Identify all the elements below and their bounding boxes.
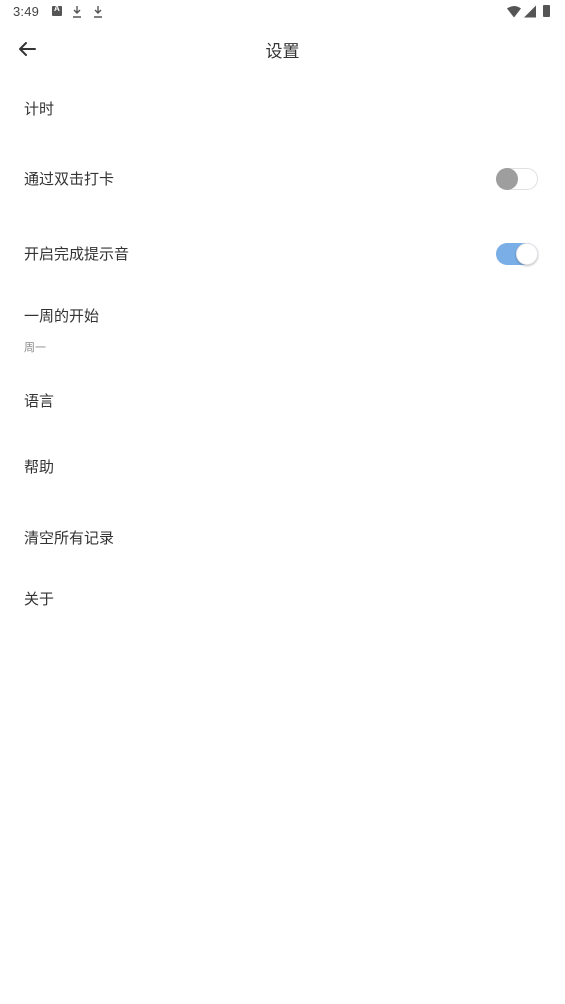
setting-week-start[interactable]: 一周的开始 周一 [0, 294, 565, 358]
setting-label: 清空所有记录 [24, 529, 115, 547]
toggle-thumb [516, 243, 538, 265]
setting-completion-sound[interactable]: 开启完成提示音 [0, 231, 565, 277]
download-icon [94, 6, 102, 18]
settings-screen: 3:49 设置 计时 通过双击打卡 [0, 0, 565, 1004]
setting-language[interactable]: 语言 [0, 378, 565, 422]
setting-label: 帮助 [24, 458, 55, 476]
status-bar: 3:49 [0, 0, 565, 24]
setting-label: 关于 [24, 590, 55, 608]
setting-value: 周一 [24, 341, 46, 354]
signal-icon [524, 5, 536, 18]
setting-label: 开启完成提示音 [24, 245, 130, 263]
setting-help[interactable]: 帮助 [0, 444, 565, 488]
download-icon [73, 6, 81, 18]
setting-label: 计时 [24, 100, 55, 118]
setting-double-tap-checkin[interactable]: 通过双击打卡 [0, 156, 565, 202]
page-title: 设置 [265, 42, 300, 62]
completion-sound-toggle[interactable] [496, 242, 538, 266]
double-tap-toggle[interactable] [496, 167, 538, 191]
setting-label: 通过双击打卡 [24, 170, 115, 188]
battery-icon [543, 5, 550, 17]
top-app-bar: 设置 [0, 24, 565, 74]
wifi-icon [507, 6, 521, 18]
status-time: 3:49 [13, 4, 40, 19]
setting-label: 语言 [24, 392, 55, 410]
setting-timer[interactable]: 计时 [0, 86, 565, 130]
toggle-thumb [496, 168, 518, 190]
a-icon [52, 4, 62, 16]
setting-clear-records[interactable]: 清空所有记录 [0, 515, 565, 559]
setting-label: 一周的开始 [24, 307, 100, 325]
setting-about[interactable]: 关于 [0, 576, 565, 620]
